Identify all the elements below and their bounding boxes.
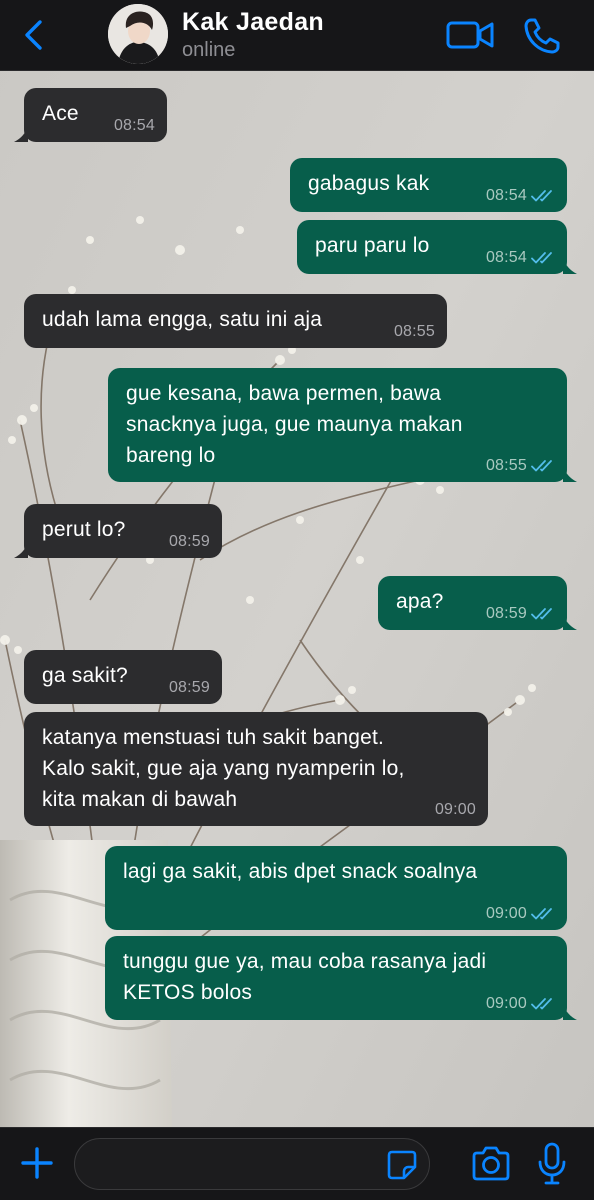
message-text: katanya menstuasi tuh sakit banget. Kalo… bbox=[42, 726, 405, 811]
incoming-message-bubble[interactable]: katanya menstuasi tuh sakit banget. Kalo… bbox=[24, 712, 488, 826]
message-time: 08:54 bbox=[485, 187, 527, 204]
contact-name[interactable]: Kak Jaedan bbox=[182, 8, 324, 37]
double-check-icon bbox=[531, 608, 552, 620]
message-meta: 08:55 bbox=[486, 457, 557, 475]
avatar[interactable] bbox=[108, 4, 168, 64]
message-meta: 09:00 bbox=[435, 801, 476, 819]
outgoing-message-bubble[interactable]: tunggu gue ya, mau coba rasanya jadi KET… bbox=[105, 936, 577, 1020]
message-time: 08:54 bbox=[485, 249, 527, 266]
incoming-message-bubble[interactable]: perut lo? 08:59 bbox=[14, 504, 222, 558]
avatar-photo bbox=[108, 4, 168, 64]
message-meta: 09:00 bbox=[486, 905, 557, 923]
message-meta: 08:54 bbox=[486, 249, 557, 267]
message-time: 08:59 bbox=[485, 605, 527, 622]
message-time: 09:00 bbox=[434, 801, 476, 818]
message-input[interactable] bbox=[74, 1138, 430, 1190]
double-check-icon bbox=[531, 252, 552, 264]
bubble-tail bbox=[14, 126, 28, 142]
contact-status: online bbox=[182, 39, 236, 61]
incoming-message-bubble[interactable]: Ace 08:54 bbox=[14, 88, 167, 142]
double-check-icon bbox=[531, 908, 552, 920]
microphone-icon[interactable] bbox=[536, 1142, 568, 1186]
message-meta: 08:54 bbox=[486, 187, 557, 205]
double-check-icon bbox=[531, 998, 552, 1010]
outgoing-message-bubble[interactable]: paru paru lo 08:54 bbox=[297, 220, 577, 274]
composer-bar bbox=[0, 1127, 594, 1200]
bubble-tail bbox=[563, 258, 577, 274]
message-time: 08:55 bbox=[393, 323, 435, 340]
message-meta: 08:59 bbox=[169, 533, 210, 551]
message-time: 08:59 bbox=[168, 679, 210, 696]
message-time: 08:59 bbox=[168, 533, 210, 550]
bubble-tail bbox=[14, 542, 28, 558]
outgoing-message-bubble[interactable]: lagi ga sakit, abis dpet snack soalnya 09… bbox=[105, 846, 567, 930]
message-meta: 08:59 bbox=[486, 605, 557, 623]
chat-screen: Kak Jaedan online Ace 08:54 gabagus kak 08:… bbox=[0, 0, 594, 1200]
message-time: 09:00 bbox=[485, 995, 527, 1012]
message-time: 08:55 bbox=[485, 457, 527, 474]
double-check-icon bbox=[531, 460, 552, 472]
message-text: udah lama engga, satu ini aja bbox=[42, 308, 323, 331]
sticker-icon[interactable] bbox=[386, 1149, 418, 1181]
bubble-tail bbox=[563, 614, 577, 630]
message-meta: 08:54 bbox=[114, 117, 155, 135]
chat-header: Kak Jaedan online bbox=[0, 0, 594, 71]
back-chevron-icon[interactable] bbox=[20, 18, 50, 52]
message-time: 08:54 bbox=[113, 117, 155, 134]
video-camera-icon[interactable] bbox=[446, 19, 494, 51]
phone-icon[interactable] bbox=[522, 16, 562, 56]
incoming-message-bubble[interactable]: ga sakit? 08:59 bbox=[24, 650, 222, 704]
incoming-message-bubble[interactable]: udah lama engga, satu ini aja 08:55 bbox=[24, 294, 447, 348]
message-list[interactable]: Ace 08:54 gabagus kak 08:54 paru paru lo 08:5… bbox=[0, 70, 594, 1127]
plus-icon[interactable] bbox=[20, 1146, 54, 1180]
camera-icon[interactable] bbox=[470, 1146, 512, 1182]
outgoing-message-bubble[interactable]: gue kesana, bawa permen, bawa snacknya j… bbox=[108, 368, 577, 482]
outgoing-message-bubble[interactable]: gabagus kak 08:54 bbox=[290, 158, 567, 212]
message-time: 09:00 bbox=[485, 905, 527, 922]
message-text: lagi ga sakit, abis dpet snack soalnya bbox=[123, 860, 478, 883]
message-meta: 08:59 bbox=[169, 679, 210, 697]
bubble-tail bbox=[563, 466, 577, 482]
double-check-icon bbox=[531, 190, 552, 202]
message-meta: 09:00 bbox=[486, 995, 557, 1013]
message-meta: 08:55 bbox=[394, 323, 435, 341]
bubble-tail bbox=[563, 1004, 577, 1020]
outgoing-message-bubble[interactable]: apa? 08:59 bbox=[378, 576, 577, 630]
